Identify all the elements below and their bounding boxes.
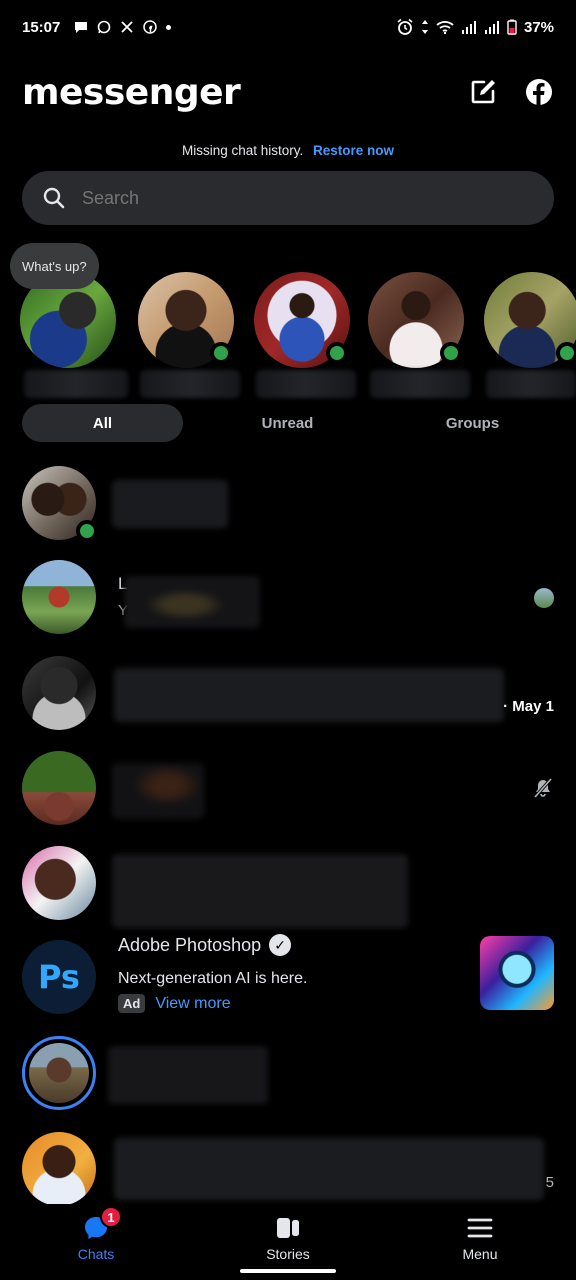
search-bar[interactable]	[22, 171, 554, 225]
tab-unread[interactable]: Unread	[207, 404, 368, 442]
system-icons: 37%	[396, 18, 554, 36]
story-name-redacted	[370, 370, 470, 398]
chat-meta: 5	[545, 1174, 554, 1191]
status-time: 15:07	[22, 18, 61, 36]
battery-percent: 37%	[523, 18, 554, 36]
redacted-text	[112, 854, 408, 928]
chat-row[interactable]	[0, 458, 576, 548]
chat-filter-tabs: All Unread Groups	[22, 404, 554, 442]
chat-row[interactable]: · May 1	[0, 648, 576, 738]
story-name-redacted	[486, 370, 576, 398]
online-indicator	[440, 342, 462, 364]
missing-history-notice: Missing chat history. Restore now	[0, 143, 576, 158]
facebook-icon	[526, 79, 552, 105]
sponsored-chat-row[interactable]: Ps Adobe Photoshop ✓ Next-generation AI …	[0, 932, 576, 1022]
nav-label: Stories	[266, 1246, 310, 1262]
story-name-redacted	[24, 370, 128, 398]
avatar-with-story-ring	[22, 1036, 96, 1110]
ad-subtitle: Next-generation AI is here.	[118, 970, 308, 987]
compose-button[interactable]	[468, 77, 498, 107]
story-avatar[interactable]	[484, 272, 576, 368]
chat-row[interactable]: L Y	[0, 552, 576, 642]
story-name-redacted	[256, 370, 356, 398]
facebook-button[interactable]	[524, 77, 554, 107]
story-avatar[interactable]	[138, 272, 234, 368]
more-notifications-dot	[166, 24, 172, 30]
chat-timestamp: · May 1	[503, 698, 554, 715]
photoshop-logo: Ps	[22, 940, 96, 1014]
facebook-icon	[143, 20, 158, 34]
avatar	[22, 466, 98, 542]
redacted-text	[112, 763, 204, 819]
verified-badge-icon: ✓	[269, 934, 292, 956]
online-indicator	[76, 520, 98, 542]
story-avatar[interactable]	[254, 272, 350, 368]
ad-title-row: Adobe Photoshop ✓	[118, 934, 292, 956]
home-indicator[interactable]	[240, 1269, 336, 1273]
search-input[interactable]	[82, 187, 482, 209]
tools-icon	[121, 21, 134, 33]
avatar	[22, 1132, 96, 1206]
redacted-text	[112, 480, 228, 528]
stories-icon	[277, 1218, 299, 1238]
logo-text: Ps	[38, 958, 80, 996]
nav-label: Chats	[77, 1246, 115, 1262]
unread-badge: 1	[100, 1206, 122, 1228]
restore-now-link[interactable]: Restore now	[313, 143, 394, 158]
redacted-text	[114, 1138, 544, 1200]
whatsapp-icon	[98, 20, 111, 34]
menu-icon	[467, 1218, 493, 1238]
message-icon	[75, 22, 88, 33]
battery-icon	[507, 19, 517, 35]
bottom-navigation: 1 Chats Stories Menu	[0, 1204, 576, 1280]
chat-row[interactable]: 5	[0, 1124, 576, 1214]
redacted-text	[108, 1046, 268, 1104]
online-indicator	[556, 342, 576, 364]
stories-row: What's up?	[0, 243, 576, 398]
avatar	[22, 560, 96, 634]
alarm-icon	[397, 18, 413, 35]
chat-row[interactable]	[0, 1028, 576, 1118]
ad-title: Adobe Photoshop	[118, 934, 262, 955]
avatar-image	[29, 1043, 89, 1103]
signal-icon	[461, 21, 476, 34]
avatar	[22, 751, 96, 825]
tab-groups[interactable]: Groups	[392, 404, 553, 442]
online-indicator	[326, 342, 348, 364]
nav-chats[interactable]: 1 Chats	[0, 1204, 192, 1280]
view-more-link[interactable]: View more	[155, 995, 230, 1013]
story-name-redacted	[140, 370, 240, 398]
muted-bell-icon	[533, 777, 553, 799]
note-bubble[interactable]: What's up?	[10, 243, 99, 289]
ad-label: Ad	[118, 994, 146, 1013]
redacted-text	[114, 668, 504, 722]
avatar	[22, 656, 96, 730]
app-header: messenger	[22, 70, 554, 114]
search-icon	[43, 187, 65, 209]
app-title: messenger	[22, 71, 241, 113]
signal-icon	[484, 21, 499, 34]
compose-icon	[471, 80, 495, 104]
online-indicator	[210, 342, 232, 364]
status-bar: 15:07 37%	[0, 0, 576, 54]
redacted-text	[124, 576, 260, 628]
story-avatar[interactable]	[368, 272, 464, 368]
chat-row[interactable]	[0, 838, 576, 928]
ad-footer: Ad View more	[118, 994, 231, 1013]
seen-avatar-icon	[534, 588, 554, 608]
notification-icons	[74, 20, 172, 34]
nav-menu[interactable]: Menu	[384, 1204, 576, 1280]
data-arrows-icon	[421, 20, 428, 34]
avatar	[22, 846, 96, 920]
ad-thumbnail[interactable]	[480, 936, 554, 1010]
tab-all[interactable]: All	[22, 404, 183, 442]
chat-row[interactable]	[0, 743, 576, 833]
wifi-icon	[436, 21, 454, 35]
notice-text: Missing chat history.	[181, 143, 304, 158]
nav-label: Menu	[462, 1246, 498, 1262]
